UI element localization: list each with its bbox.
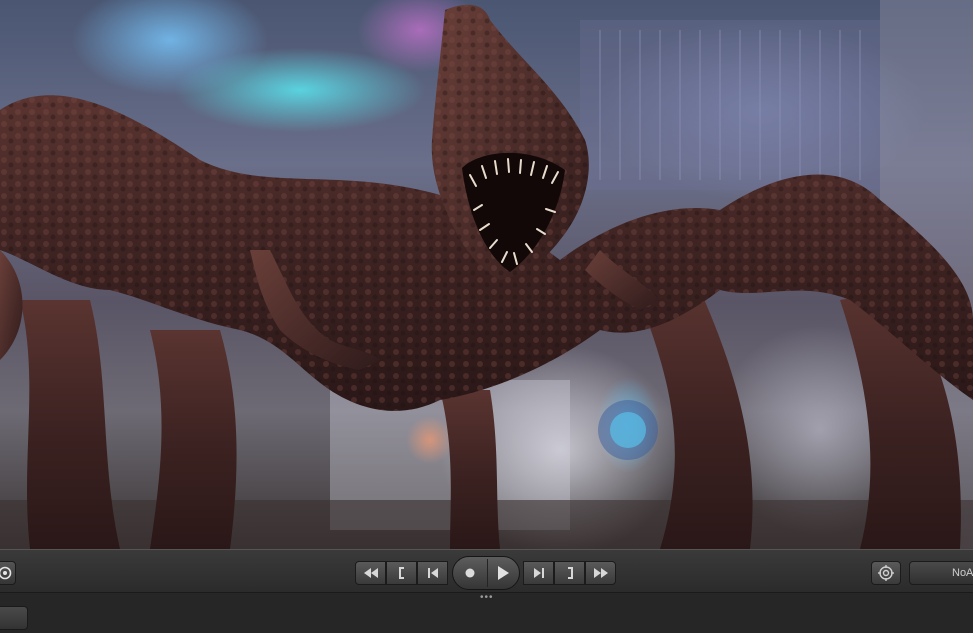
play-icon [498, 566, 509, 580]
step-back-button[interactable] [417, 561, 448, 585]
previous-key-button[interactable] [386, 561, 417, 585]
rewind-icon [363, 568, 378, 578]
audio-select[interactable]: NoAudio [909, 561, 973, 585]
step-forward-button[interactable] [523, 561, 554, 585]
creature-render-image [0, 0, 973, 549]
jump-to-end-button[interactable] [585, 561, 616, 585]
lower-panel: ••• [0, 593, 973, 633]
play-button[interactable] [487, 559, 518, 587]
next-key-button[interactable] [554, 561, 585, 585]
panel-tab[interactable] [0, 606, 28, 630]
fast-forward-icon [593, 568, 608, 578]
step-forward-icon [533, 568, 544, 578]
timeline-toolbar: NoAudio [0, 549, 973, 593]
render-viewport[interactable] [0, 0, 973, 549]
camera-target-button[interactable] [871, 561, 901, 585]
jump-to-start-button[interactable] [355, 561, 386, 585]
right-bracket-icon [567, 567, 573, 579]
target-icon [878, 565, 894, 581]
loop-toggle-button[interactable] [0, 561, 16, 585]
left-bracket-icon [398, 567, 404, 579]
resize-grip-icon[interactable]: ••• [480, 593, 494, 603]
record-button[interactable] [455, 559, 485, 587]
step-back-icon [427, 568, 438, 578]
record-icon [465, 568, 475, 578]
loop-icon [0, 566, 12, 580]
playback-cluster [452, 556, 520, 590]
